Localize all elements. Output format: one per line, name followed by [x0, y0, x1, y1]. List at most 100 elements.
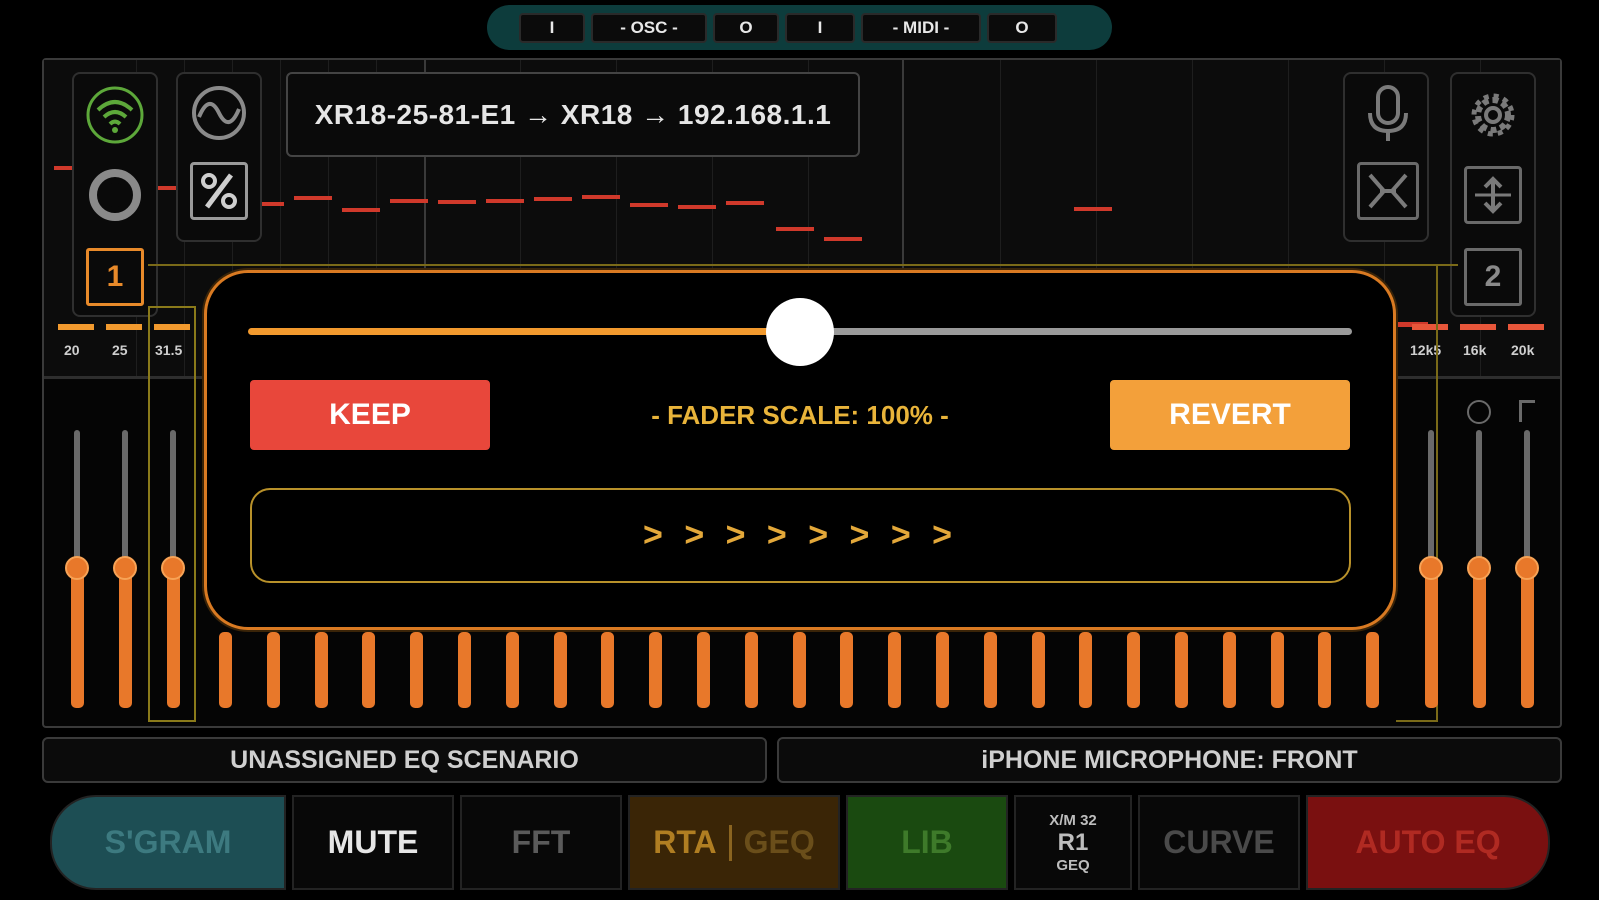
midi-out-indicator: O — [987, 13, 1057, 43]
fader-track — [1428, 430, 1434, 560]
fader-level — [1271, 632, 1284, 708]
osc-in-indicator: I — [519, 13, 585, 43]
fader-level — [315, 632, 328, 708]
fader-knob[interactable] — [161, 556, 185, 580]
fader-knob[interactable] — [113, 556, 137, 580]
fader-level — [1127, 632, 1140, 708]
fader-level — [1521, 570, 1534, 708]
mixer-model-line1: X/M 32 — [1049, 811, 1097, 829]
fader-level — [1079, 632, 1092, 708]
fader-track — [74, 430, 80, 560]
freq-label: 25 — [112, 342, 128, 358]
fader-level — [1473, 570, 1486, 708]
fader-level — [167, 570, 180, 708]
rta-peak — [824, 237, 862, 241]
osc-label: - OSC - — [591, 13, 707, 43]
lifebuoy-icon[interactable] — [86, 166, 144, 224]
left-tool-panel-2 — [176, 72, 262, 242]
mixer-model-line3: GEQ — [1056, 856, 1090, 874]
channel-2-button[interactable]: 2 — [1464, 248, 1522, 306]
fader-level — [410, 632, 423, 708]
right-tool-panel: 2 — [1450, 72, 1536, 317]
compress-icon[interactable] — [1357, 162, 1419, 220]
percent-icon[interactable] — [190, 162, 248, 220]
midi-in-indicator: I — [785, 13, 855, 43]
geq-label: GEQ — [743, 824, 815, 860]
fader-level — [793, 632, 806, 708]
expand-vertical-icon[interactable] — [1464, 166, 1522, 224]
fader-track — [170, 430, 176, 560]
fader-knob[interactable] — [1419, 556, 1443, 580]
rta-peak — [726, 201, 764, 205]
fader-level — [506, 632, 519, 708]
keep-button[interactable]: KEEP — [250, 380, 490, 450]
lock-icon[interactable] — [1467, 400, 1491, 424]
microphone-status[interactable]: iPHONE MICROPHONE: FRONT — [777, 737, 1562, 783]
rta-peak — [582, 195, 620, 199]
band-level-bar — [1412, 324, 1448, 330]
fader-knob[interactable] — [65, 556, 89, 580]
fader-knob[interactable] — [1467, 556, 1491, 580]
rta-peak — [630, 203, 668, 207]
rta-peak — [776, 227, 814, 231]
rta-peak — [486, 199, 524, 203]
rta-peak — [534, 197, 572, 201]
rta-peak — [678, 205, 716, 209]
rta-peak — [1074, 207, 1112, 211]
fader-scale-label: - FADER SCALE: 100% - — [651, 399, 949, 430]
gear-icon[interactable] — [1464, 84, 1522, 146]
fader-scale-slider-track[interactable] — [800, 328, 1352, 335]
rta-peak — [390, 199, 428, 203]
link-icon[interactable] — [1519, 400, 1535, 422]
fader-scale-slider-filled[interactable] — [248, 328, 800, 335]
left-tool-panel: 1 — [72, 72, 158, 317]
fader-track — [1524, 430, 1530, 560]
fader-knob[interactable] — [1515, 556, 1539, 580]
fader-level — [267, 632, 280, 708]
sgram-tab[interactable]: S'GRAM — [50, 795, 286, 890]
auto-eq-tab[interactable]: AUTO EQ — [1306, 795, 1550, 890]
channel-1-button[interactable]: 1 — [86, 248, 144, 306]
waveform-icon[interactable] — [190, 84, 248, 142]
revert-button[interactable]: REVERT — [1110, 380, 1350, 450]
fader-level — [1366, 632, 1379, 708]
fader-level — [1175, 632, 1188, 708]
wifi-icon[interactable] — [84, 84, 146, 146]
fader-level — [984, 632, 997, 708]
slide-to-confirm[interactable]: > > > > > > > > — [250, 488, 1351, 583]
fader-level — [888, 632, 901, 708]
fader-level — [1318, 632, 1331, 708]
fader-level — [840, 632, 853, 708]
mixer-model-line2: R1 — [1057, 828, 1089, 856]
band-level-bar — [58, 324, 94, 330]
fader-level — [649, 632, 662, 708]
eq-scenario-status[interactable]: UNASSIGNED EQ SCENARIO — [42, 737, 767, 783]
band-level-bar — [106, 324, 142, 330]
selection-line — [148, 264, 1458, 266]
fft-tab[interactable]: FFT — [460, 795, 622, 890]
connection-address[interactable]: XR18-25-81-E1 → XR18 → 192.168.1.1 — [286, 72, 860, 157]
mixer-model-tab[interactable]: X/M 32 R1 GEQ — [1014, 795, 1132, 890]
osc-midi-status-bar: I - OSC - O I - MIDI - O — [487, 5, 1112, 50]
fader-level — [219, 632, 232, 708]
fader-level — [745, 632, 758, 708]
mute-tab[interactable]: MUTE — [292, 795, 454, 890]
freq-label: 20k — [1511, 342, 1535, 358]
fader-level — [71, 570, 84, 708]
selection-line — [1396, 720, 1438, 722]
fader-level — [119, 570, 132, 708]
curve-tab[interactable]: CURVE — [1138, 795, 1300, 890]
band-level-bar — [1460, 324, 1496, 330]
fader-level — [362, 632, 375, 708]
right-tool-panel-2 — [1343, 72, 1429, 242]
fader-level — [697, 632, 710, 708]
fader-level — [936, 632, 949, 708]
fader-level — [1223, 632, 1236, 708]
microphone-icon[interactable] — [1359, 84, 1417, 146]
fader-level — [1032, 632, 1045, 708]
lib-tab[interactable]: LIB — [846, 795, 1008, 890]
rta-geq-tab[interactable]: RTA GEQ — [628, 795, 840, 890]
rta-peak — [342, 208, 380, 212]
fader-scale-slider-thumb[interactable] — [766, 298, 834, 366]
rta-label: RTA — [653, 824, 717, 860]
